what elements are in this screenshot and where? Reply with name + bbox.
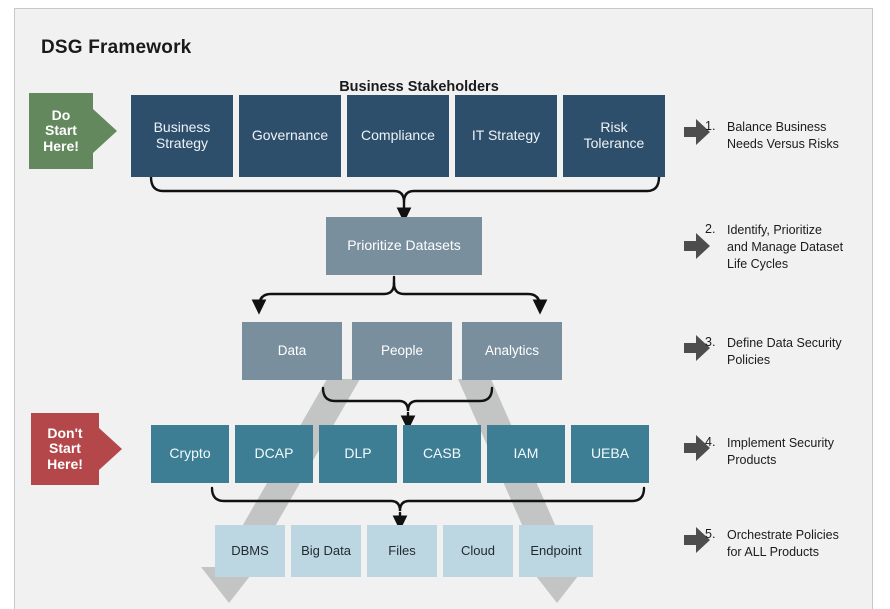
callout-dont-line3: Here! — [47, 455, 83, 472]
section-label-business-stakeholders: Business Stakeholders — [339, 79, 499, 95]
step-3-line2: Policies — [727, 352, 771, 367]
step-3-line1: Define Data Security — [727, 336, 842, 350]
box-people[interactable]: People — [352, 322, 452, 380]
box-compliance[interactable]: Compliance — [347, 95, 449, 177]
brace-stakeholders — [149, 175, 661, 203]
box-label: IAM — [513, 445, 539, 462]
box-dlp[interactable]: DLP — [319, 425, 397, 483]
step-2-text: Identify, Prioritize and Manage Dataset … — [727, 222, 872, 273]
step-1-line2: Needs Versus Risks — [727, 136, 839, 151]
box-iam[interactable]: IAM — [487, 425, 565, 483]
brace-domains — [321, 386, 494, 412]
box-label: Compliance — [361, 127, 435, 144]
box-data[interactable]: Data — [242, 322, 342, 380]
box-dcap[interactable]: DCAP — [235, 425, 313, 483]
box-label: Analytics — [484, 343, 540, 359]
callout-do-start-here: Do Start Here! — [29, 93, 117, 169]
box-label: Crypto — [169, 445, 211, 462]
callout-dont-body: Don't Start Here! — [31, 413, 99, 485]
callout-dont-start-here: Don't Start Here! — [31, 413, 122, 485]
step-2-line1: Identify, Prioritize — [727, 223, 822, 237]
box-label-line1: Business — [153, 119, 211, 136]
step-2-line3: Life Cycles — [727, 256, 789, 271]
box-it-strategy[interactable]: IT Strategy — [455, 95, 557, 177]
page-title: DSG Framework — [41, 37, 192, 58]
box-label: UEBA — [590, 445, 630, 462]
step-4-line1: Implement Security — [727, 436, 834, 450]
box-label: Endpoint — [530, 542, 582, 558]
brace-prioritize — [251, 281, 396, 315]
step-4-number: 4. — [705, 435, 716, 449]
step-3-text: Define Data Security Policies — [727, 335, 872, 369]
box-prioritize-datasets[interactable]: Prioritize Datasets — [326, 217, 482, 275]
step-1-number: 1. — [705, 119, 716, 133]
box-casb[interactable]: CASB — [403, 425, 481, 483]
box-label-line2: Strategy — [155, 135, 209, 151]
brace-prioritize-right — [392, 281, 548, 315]
box-label: Cloud — [461, 542, 495, 558]
step-5-line2: for ALL Products — [727, 544, 819, 559]
box-label: DLP — [344, 445, 372, 462]
box-label: Prioritize Datasets — [347, 237, 461, 254]
box-label: Files — [388, 542, 416, 558]
box-endpoint[interactable]: Endpoint — [519, 525, 593, 577]
box-files[interactable]: Files — [367, 525, 437, 577]
callout-dont-line1: Don't — [47, 424, 83, 441]
callout-do-line1: Do — [51, 106, 71, 123]
callout-dont-line2: Start — [49, 440, 81, 457]
box-label: DCAP — [254, 445, 294, 462]
step-5-text: Orchestrate Policies for ALL Products — [727, 527, 872, 561]
box-ueba[interactable]: UEBA — [571, 425, 649, 483]
step-2-line2: and Manage Dataset — [727, 239, 844, 254]
box-label: Governance — [251, 127, 329, 144]
box-label: CASB — [422, 445, 462, 462]
box-risk-tolerance[interactable]: Risk Tolerance — [563, 95, 665, 177]
box-governance[interactable]: Governance — [239, 95, 341, 177]
box-big-data[interactable]: Big Data — [291, 525, 361, 577]
box-label: DBMS — [231, 542, 269, 558]
callout-do-body: Do Start Here! — [29, 93, 93, 169]
box-cloud[interactable]: Cloud — [443, 525, 513, 577]
step-4-text: Implement Security Products — [727, 435, 872, 469]
box-label: Data — [277, 343, 307, 359]
box-dbms[interactable]: DBMS — [215, 525, 285, 577]
box-business-strategy[interactable]: Business Strategy — [131, 95, 233, 177]
step-5-line1: Orchestrate Policies — [727, 528, 839, 542]
brace-products — [210, 486, 646, 512]
step-2-number: 2. — [705, 222, 716, 236]
box-label-line1: Risk — [600, 119, 628, 136]
framework-panel: DSG Framework Business Stakeholders Do S… — [14, 8, 873, 609]
step-4-line2: Products — [727, 452, 777, 467]
step-1-line1: Balance Business — [727, 120, 827, 134]
callout-do-arrowhead — [93, 109, 117, 153]
box-label-line2: Tolerance — [583, 135, 645, 151]
callout-dont-arrowhead — [99, 428, 122, 470]
box-label: People — [380, 343, 424, 359]
box-label: Big Data — [301, 542, 351, 558]
step-3-number: 3. — [705, 335, 716, 349]
step-5-number: 5. — [705, 527, 716, 541]
box-crypto[interactable]: Crypto — [151, 425, 229, 483]
step-1-text: Balance Business Needs Versus Risks — [727, 119, 872, 153]
diagram-canvas: DSG Framework Business Stakeholders Do S… — [0, 0, 890, 609]
callout-do-line2: Start — [45, 122, 77, 139]
box-label: IT Strategy — [471, 127, 541, 144]
callout-do-line3: Here! — [43, 137, 79, 154]
box-analytics[interactable]: Analytics — [462, 322, 562, 380]
